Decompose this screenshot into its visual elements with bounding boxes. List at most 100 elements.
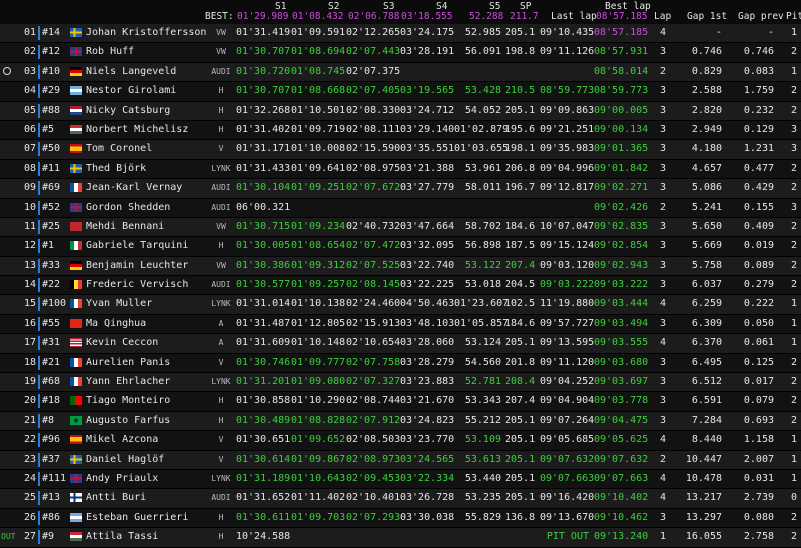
cell-lap: 3 <box>659 220 666 232</box>
cell-s1: 01'31.171 <box>236 143 291 155</box>
cell-s5: 53.235 <box>464 492 501 504</box>
cell-gap-1st: 10.447 <box>685 453 722 465</box>
cell-gap-1st: 16.055 <box>685 531 722 543</box>
cell-s4: 03'29.140 <box>400 123 455 135</box>
position: 04 <box>23 85 36 97</box>
cell-s3: 02'07.375 <box>346 65 401 77</box>
table-row[interactable]: 14 #22 Frederic Vervisch AUDI 01'30.577 01'09… <box>0 276 801 296</box>
cell-s5: 54.560 <box>464 356 501 368</box>
cell-s3: 02'10.401 <box>346 492 401 504</box>
table-row[interactable]: 16 #55 Ma Qinghua A 01'31.487 01'12.805 02'15.… <box>0 314 801 335</box>
manufacturer-logo-icon: AUDI <box>211 280 231 290</box>
cell-s3: 02'07.672 <box>346 182 401 194</box>
cell-pit: 2 <box>790 240 797 252</box>
cell-s1: 01'31.487 <box>236 317 291 329</box>
cell-gap-1st: 6.495 <box>691 356 722 368</box>
cell-s3: 02'08.973 <box>346 453 401 465</box>
table-row[interactable]: OUT 27 #9 Attila Tassi H 10'24.588 PIT OUT 09'1… <box>0 528 801 548</box>
table-row[interactable]: 15 #100 Yvan Muller LYNK 01'31.014 01'10.138 0… <box>0 295 801 315</box>
table-row[interactable]: 26 #86 Esteban Guerrieri H 01'30.611 01'09.70… <box>0 508 801 529</box>
cell-s2: 01'09.312 <box>291 259 346 271</box>
cell-s2: 01'09.652 <box>291 434 346 446</box>
flag-se-icon <box>70 163 82 173</box>
best-label: BEST: <box>205 11 234 22</box>
cell-gap-prev: 0.746 <box>743 46 774 58</box>
cell-pit: 1 <box>790 317 797 329</box>
table-row[interactable]: 01 #14 Johan Kristoffersson VW 01'31.419 01'0… <box>0 24 801 44</box>
pit-out-indicator: OUT <box>1 532 16 542</box>
cell-s5: 53.613 <box>464 453 501 465</box>
cell-s5: 52.781 <box>464 376 501 388</box>
best-sp: 211.7 <box>510 11 539 22</box>
table-row[interactable]: 18 #21 Aurelien Panis V 01'30.746 01'09.777 02… <box>0 353 801 374</box>
table-row[interactable]: 07 #50 Tom Coronel V 01'31.171 01'10.008 02'15… <box>0 140 801 160</box>
manufacturer-logo-icon: AUDI <box>211 493 231 503</box>
table-row[interactable]: 05 #88 Nicky Catsburg H 01'32.268 01'10.501 02… <box>0 101 801 121</box>
cell-s5: 54.052 <box>464 104 501 116</box>
cell-sp: 102.5 <box>505 298 536 310</box>
cell-lap: 3 <box>659 395 666 407</box>
cell-best: 09'02.835 <box>594 220 649 232</box>
cell-lap: 2 <box>659 65 666 77</box>
cell-sp: 201.8 <box>505 356 536 368</box>
cell-lap: 2 <box>659 201 666 213</box>
cell-last: 08'59.773 <box>540 85 595 97</box>
table-row[interactable]: 09 #69 Jean-Karl Vernay AUDI 01'30.104 01'09.… <box>0 179 801 199</box>
table-row[interactable]: 20 #18 Tiago Monteiro H 01'30.858 01'10.290 02… <box>0 392 801 412</box>
cell-s5: 53.440 <box>464 472 501 484</box>
cell-s2: 01'09.234 <box>291 220 346 232</box>
cell-best: 09'02.426 <box>594 201 649 213</box>
cell-best: 08'57.185 <box>594 27 649 38</box>
table-row[interactable]: 06 #5 Norbert Michelisz H 01'31.402 01'09.719… <box>0 120 801 141</box>
cell-s1: 06'00.321 <box>236 201 291 213</box>
cell-sp: 184.6 <box>505 220 536 232</box>
manufacturer-logo-icon: H <box>218 512 224 522</box>
table-row[interactable]: 12 #1 Gabriele Tarquini H 01'30.005 01'08.654… <box>0 237 801 257</box>
table-row[interactable]: 04 #29 Nestor Girolami H 01'30.707 01'08.668 0… <box>0 82 801 102</box>
cell-last: 09'05.685 <box>540 434 595 446</box>
cell-s2: 01'10.643 <box>291 472 346 484</box>
driver-name: Yvan Muller <box>86 298 153 310</box>
cell-gap-prev: 0.050 <box>743 317 774 329</box>
cell-s3: 02'08.975 <box>346 162 401 174</box>
car-number: #86 <box>42 511 61 523</box>
cell-s5: 58.011 <box>464 182 501 194</box>
cell-pit: 2 <box>790 511 797 523</box>
manufacturer-logo-icon: AUDI <box>211 66 231 76</box>
cell-s5: 53.343 <box>464 395 501 407</box>
cell-best: 09'10.462 <box>594 511 649 523</box>
cell-s5: 56.091 <box>464 46 501 58</box>
cell-s1: 01'30.720 <box>236 65 291 77</box>
manufacturer-logo-icon: VW <box>216 260 226 270</box>
table-row[interactable]: 22 #96 Mikel Azcona V 01'30.651 01'09.652 02'0… <box>0 431 801 451</box>
driver-name: Tom Coronel <box>86 143 153 155</box>
table-row[interactable]: 17 #31 Kevin Ceccon A 01'31.609 01'10.148 02'1… <box>0 334 801 354</box>
cell-gap-prev: 1.759 <box>743 85 774 97</box>
table-row[interactable]: 10 #52 Gordon Shedden AUDI 06'00.321 09'02.42… <box>0 198 801 218</box>
table-row[interactable]: 08 #11 Thed Björk LYNK 01'31.433 01'09.641 02'… <box>0 159 801 180</box>
cell-s5: 01'03.655 <box>454 143 509 155</box>
table-row[interactable]: 11 #25 Mehdi Bennani VW 01'30.715 01'09.234 02… <box>0 217 801 238</box>
table-row[interactable]: 02 #12 Rob Huff VW 01'30.707 01'08.694 02'07.4… <box>0 43 801 63</box>
table-row[interactable]: 19 #68 Yann Ehrlacher LYNK 01'31.201 01'09.08… <box>0 373 801 393</box>
position: 12 <box>23 240 36 252</box>
car-number: #111 <box>42 472 67 484</box>
cell-pit: 1 <box>790 434 797 446</box>
flag-ma-icon <box>70 221 82 231</box>
table-row[interactable]: 25 #13 Antti Buri AUDI 01'31.652 01'11.402 02'… <box>0 489 801 509</box>
cell-best: 09'03.494 <box>594 317 649 329</box>
cell-s5: 55.212 <box>464 414 501 426</box>
manufacturer-logo-icon: LYNK <box>211 473 231 483</box>
cell-s5: 53.961 <box>464 162 501 174</box>
cell-s2: 01'09.080 <box>291 376 346 388</box>
table-row[interactable]: 13 #33 Benjamin Leuchter VW 01'30.386 01'09.3… <box>0 256 801 277</box>
table-row[interactable]: 21 #8 Augusto Farfus H 01'30.489 01'08.828 02'… <box>0 411 801 432</box>
cell-lap: 3 <box>659 46 666 58</box>
cell-gap-1st: 6.370 <box>691 337 722 349</box>
cell-s1: 01'30.707 <box>236 46 291 58</box>
table-row[interactable]: 24 #111 Andy Priaulx LYNK 01'31.189 01'10.643… <box>0 469 801 490</box>
table-row[interactable]: 23 #37 Daniel Haglöf V 01'30.614 01'09.867 02'… <box>0 450 801 470</box>
cell-gap-prev: 0.222 <box>743 298 774 310</box>
table-row[interactable]: 03 #10 Niels Langeveld AUDI 01'30.720 01'08.7… <box>0 62 801 83</box>
cell-pit: 2 <box>790 104 797 116</box>
